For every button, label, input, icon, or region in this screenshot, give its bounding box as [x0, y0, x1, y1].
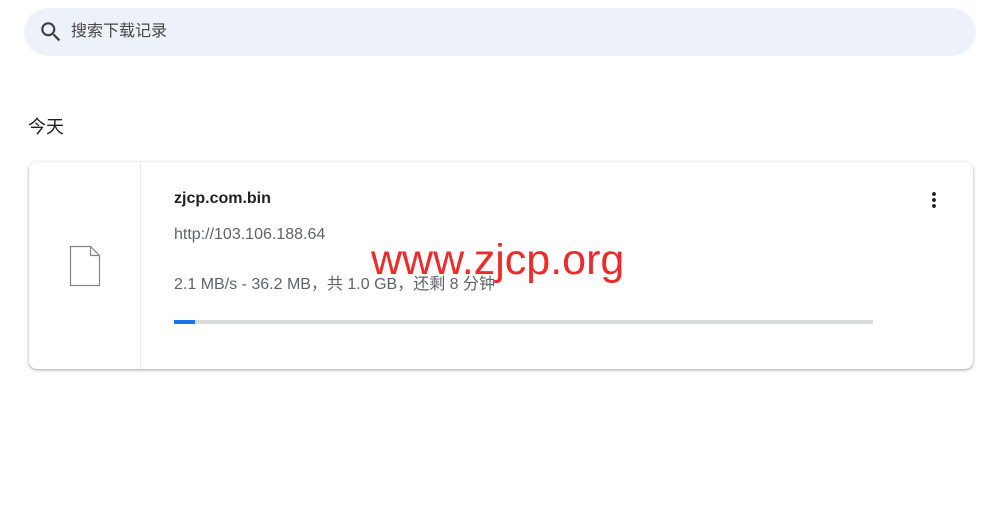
search-input[interactable]	[71, 8, 976, 56]
progress-fill	[174, 320, 195, 324]
more-actions-button[interactable]	[918, 184, 950, 216]
download-status: 2.1 MB/s - 36.2 MB，共 1.0 GB，还剩 8 分钟	[174, 276, 495, 293]
file-icon	[69, 245, 100, 286]
download-item: zjcp.com.bin http://103.106.188.64 2.1 M…	[29, 162, 973, 369]
date-group-heading: 今天	[28, 117, 64, 137]
file-icon-column	[29, 162, 141, 369]
more-vert-icon	[932, 192, 936, 208]
search-icon[interactable]	[38, 19, 64, 45]
download-details: zjcp.com.bin http://103.106.188.64 2.1 M…	[174, 162, 894, 369]
file-name-link[interactable]: zjcp.com.bin	[174, 189, 271, 209]
source-url-link[interactable]: http://103.106.188.64	[174, 225, 325, 245]
search-bar[interactable]	[24, 8, 976, 56]
progress-bar	[174, 320, 873, 324]
